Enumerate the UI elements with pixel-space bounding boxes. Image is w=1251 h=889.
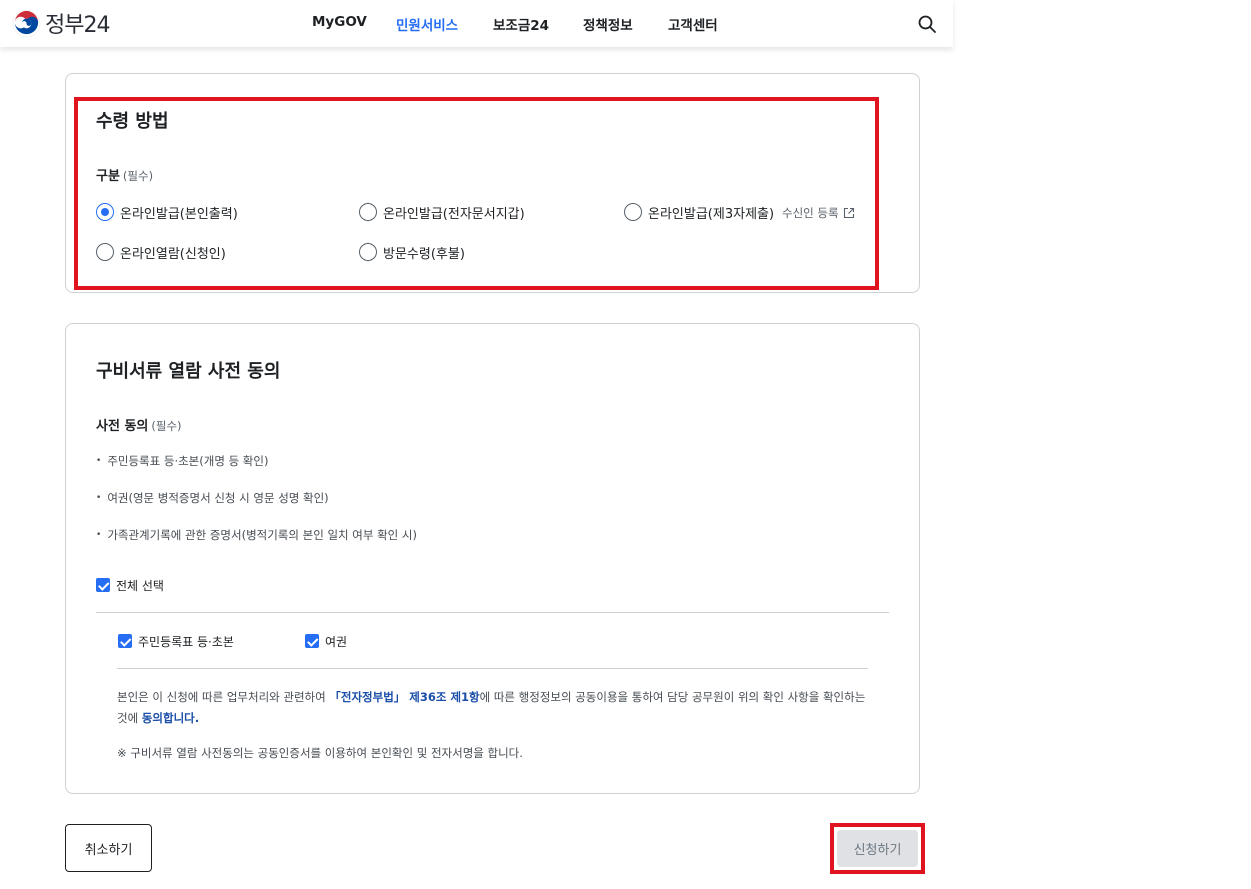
radio-label: 온라인발급(전자문서지갑) <box>383 206 525 222</box>
category-label-text: 구분 <box>96 169 120 184</box>
nav-policy-info[interactable]: 정책정보 <box>583 14 633 34</box>
consent-item: 여권(영문 병적증명서 신청 시 영문 성명 확인) <box>96 490 328 506</box>
checkbox-passport[interactable]: 여권 <box>305 633 347 649</box>
radio-online-wallet[interactable]: 온라인발급(전자문서지갑) <box>359 202 525 222</box>
logo[interactable]: 정부24 <box>12 8 110 38</box>
radio-online-self-print[interactable]: 온라인발급(본인출력) <box>96 202 238 222</box>
consent-statement: 본인은 이 신청에 따른 업무처리와 관련하여 「전자정부법」 제36조 제1항… <box>117 687 872 729</box>
required-mark: (필수) <box>122 169 154 183</box>
radio-circle <box>624 203 642 221</box>
consent-item: 주민등록표 등·초본(개명 등 확인) <box>96 453 268 469</box>
apply-button[interactable]: 신청하기 <box>837 830 918 867</box>
search-button[interactable] <box>917 14 937 34</box>
register-receiver-link[interactable]: 수신인 등록 <box>782 205 855 221</box>
divider <box>96 612 889 613</box>
checkbox-box <box>305 634 319 648</box>
external-link-icon <box>843 207 854 219</box>
search-icon <box>918 15 936 33</box>
required-mark: (필수) <box>151 419 182 433</box>
nav-customer-center[interactable]: 고객센터 <box>668 14 718 34</box>
radio-circle <box>359 203 377 221</box>
radio-label: 온라인발급(제3자제출) <box>648 206 775 222</box>
nav-subsidy24[interactable]: 보조금24 <box>493 14 549 34</box>
radio-circle <box>359 243 377 261</box>
radio-label: 온라인발급(본인출력) <box>120 206 238 222</box>
consent-title: 구비서류 열람 사전 동의 <box>96 361 281 382</box>
checkbox-label: 주민등록표 등·초본 <box>138 634 234 649</box>
law-reference: 「전자정부법」 제36조 제1항 <box>329 690 480 704</box>
receipt-method-title: 수령 방법 <box>96 111 169 132</box>
category-label: 구분 (필수) <box>96 165 153 184</box>
select-all-checkbox[interactable]: 전체 선택 <box>96 577 164 593</box>
radio-visit-pickup[interactable]: 방문수령(후불) <box>359 242 465 262</box>
prior-consent-label: 사전 동의 (필수) <box>96 415 182 434</box>
cancel-button[interactable]: 취소하기 <box>65 824 152 872</box>
consent-statement-pre: 본인은 이 신청에 따른 업무처리와 관련하여 <box>117 690 330 704</box>
certificate-note: ※ 구비서류 열람 사전동의는 공동인증서를 이용하여 본인확인 및 전자서명을… <box>117 746 523 760</box>
radio-circle <box>96 203 114 221</box>
logo-text: 정부24 <box>45 13 110 38</box>
agree-text: 동의합니다. <box>141 711 200 725</box>
taegeuk-logo-icon <box>12 9 41 37</box>
checkbox-resident-registration[interactable]: 주민등록표 등·초본 <box>118 633 234 649</box>
checkbox-box <box>96 578 110 592</box>
radio-label: 온라인열람(신청인) <box>120 246 226 262</box>
register-receiver-label: 수신인 등록 <box>782 206 839 220</box>
nav-mygov[interactable]: MyGOV <box>312 14 367 30</box>
radio-circle <box>96 243 114 261</box>
checkbox-label: 여권 <box>325 634 348 649</box>
radio-label: 방문수령(후불) <box>383 246 465 262</box>
consent-item: 가족관계기록에 관한 증명서(병적기록의 본인 일치 여부 확인 시) <box>96 527 417 543</box>
radio-online-third-party[interactable]: 온라인발급(제3자제출) <box>624 202 774 222</box>
nav-civil-service[interactable]: 민원서비스 <box>396 14 458 34</box>
checkbox-label: 전체 선택 <box>116 578 164 593</box>
divider <box>117 668 868 669</box>
prior-consent-label-text: 사전 동의 <box>96 419 149 434</box>
radio-online-view[interactable]: 온라인열람(신청인) <box>96 242 226 262</box>
site-header: 정부24 MyGOV 민원서비스 보조금24 정책정보 고객센터 <box>0 0 953 47</box>
checkbox-box <box>118 634 132 648</box>
